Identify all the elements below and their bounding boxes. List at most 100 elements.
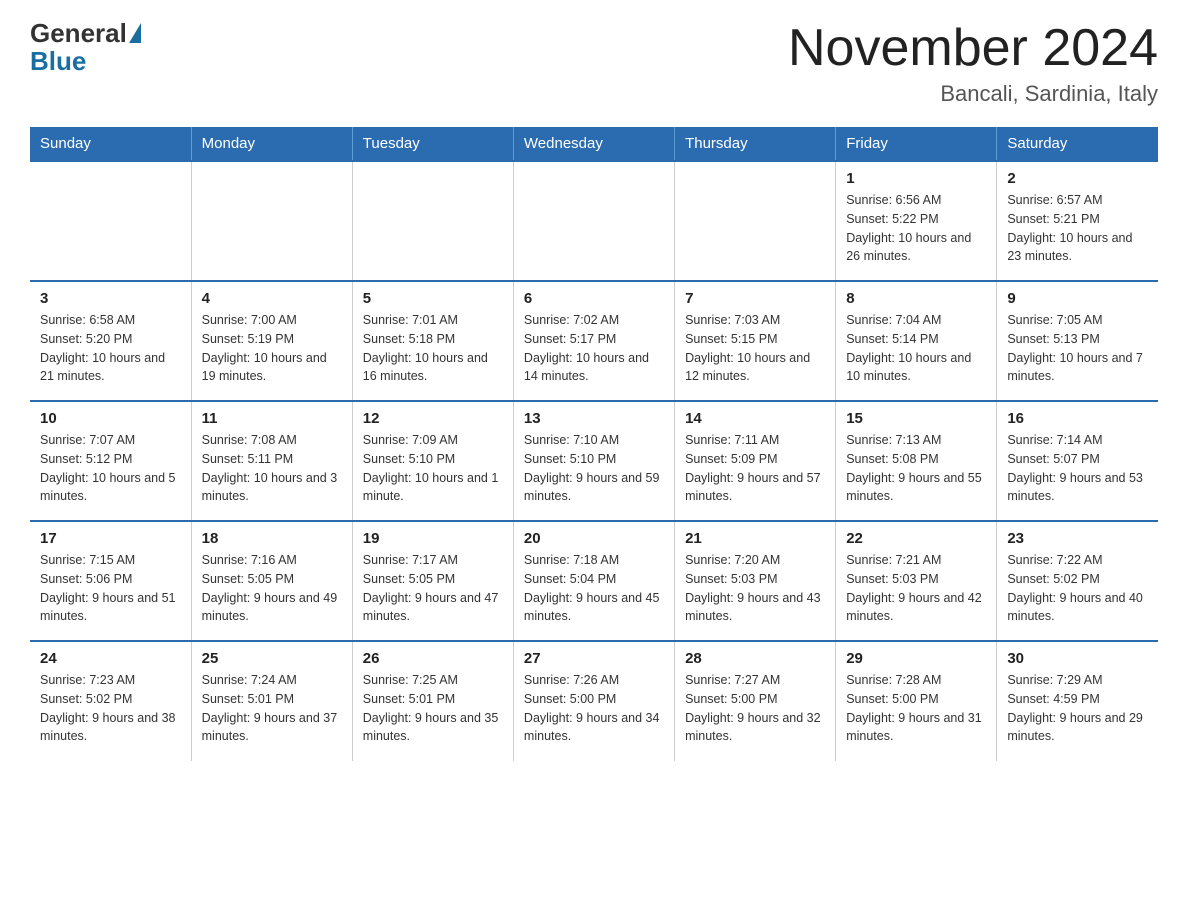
- day-number: 23: [1007, 530, 1148, 547]
- title-area: November 2024 Bancali, Sardinia, Italy: [788, 20, 1158, 107]
- day-number: 20: [524, 530, 664, 547]
- calendar-day-cell: 8 Sunrise: 7:04 AMSunset: 5:14 PMDaylight…: [836, 281, 997, 401]
- calendar-day-cell: 4 Sunrise: 7:00 AMSunset: 5:19 PMDaylight…: [191, 281, 352, 401]
- day-info: Sunrise: 7:16 AMSunset: 5:05 PMDaylight:…: [202, 551, 342, 626]
- calendar-day-cell: 1 Sunrise: 6:56 AMSunset: 5:22 PMDaylight…: [836, 161, 997, 281]
- calendar-day-cell: 6Sunrise: 7:02 AMSunset: 5:17 PMDaylight…: [513, 281, 674, 401]
- day-number: 3: [40, 290, 181, 307]
- day-info: Sunrise: 7:17 AMSunset: 5:05 PMDaylight:…: [363, 551, 503, 626]
- day-number: 15: [846, 410, 986, 427]
- day-info: Sunrise: 7:28 AMSunset: 5:00 PMDaylight:…: [846, 671, 986, 746]
- calendar-day-cell: [675, 161, 836, 281]
- calendar-day-cell: [30, 161, 191, 281]
- calendar-header-wednesday: Wednesday: [513, 127, 674, 161]
- calendar-day-cell: 13 Sunrise: 7:10 AMSunset: 5:10 PMDayligh…: [513, 401, 674, 521]
- day-info: Sunrise: 7:11 AMSunset: 5:09 PMDaylight:…: [685, 431, 825, 506]
- calendar-week-row: 24 Sunrise: 7:23 AMSunset: 5:02 PMDayligh…: [30, 641, 1158, 761]
- day-info: Sunrise: 6:56 AMSunset: 5:22 PMDaylight:…: [846, 191, 986, 266]
- calendar-day-cell: 24 Sunrise: 7:23 AMSunset: 5:02 PMDayligh…: [30, 641, 191, 761]
- day-number: 13: [524, 410, 664, 427]
- day-number: 7: [685, 290, 825, 307]
- day-info: Sunrise: 7:10 AMSunset: 5:10 PMDaylight:…: [524, 431, 664, 506]
- day-info: Sunrise: 7:29 AMSunset: 4:59 PMDaylight:…: [1007, 671, 1148, 746]
- calendar-day-cell: [352, 161, 513, 281]
- calendar-day-cell: 14 Sunrise: 7:11 AMSunset: 5:09 PMDayligh…: [675, 401, 836, 521]
- calendar-day-cell: 23 Sunrise: 7:22 AMSunset: 5:02 PMDayligh…: [997, 521, 1158, 641]
- calendar-day-cell: 3 Sunrise: 6:58 AMSunset: 5:20 PMDaylight…: [30, 281, 191, 401]
- calendar-day-cell: 16 Sunrise: 7:14 AMSunset: 5:07 PMDayligh…: [997, 401, 1158, 521]
- day-info: Sunrise: 7:26 AMSunset: 5:00 PMDaylight:…: [524, 671, 664, 746]
- calendar-day-cell: 7 Sunrise: 7:03 AMSunset: 5:15 PMDaylight…: [675, 281, 836, 401]
- day-info: Sunrise: 7:14 AMSunset: 5:07 PMDaylight:…: [1007, 431, 1148, 506]
- day-info: Sunrise: 7:20 AMSunset: 5:03 PMDaylight:…: [685, 551, 825, 626]
- calendar-header-monday: Monday: [191, 127, 352, 161]
- day-number: 28: [685, 650, 825, 667]
- calendar-header-friday: Friday: [836, 127, 997, 161]
- day-number: 30: [1007, 650, 1148, 667]
- day-info: Sunrise: 7:15 AMSunset: 5:06 PMDaylight:…: [40, 551, 181, 626]
- calendar-week-row: 10Sunrise: 7:07 AMSunset: 5:12 PMDayligh…: [30, 401, 1158, 521]
- calendar-day-cell: 20 Sunrise: 7:18 AMSunset: 5:04 PMDayligh…: [513, 521, 674, 641]
- day-info: Sunrise: 7:04 AMSunset: 5:14 PMDaylight:…: [846, 311, 986, 386]
- day-number: 21: [685, 530, 825, 547]
- calendar-table: SundayMondayTuesdayWednesdayThursdayFrid…: [30, 127, 1158, 761]
- calendar-day-cell: 15 Sunrise: 7:13 AMSunset: 5:08 PMDayligh…: [836, 401, 997, 521]
- calendar-day-cell: 28 Sunrise: 7:27 AMSunset: 5:00 PMDayligh…: [675, 641, 836, 761]
- day-info: Sunrise: 7:23 AMSunset: 5:02 PMDaylight:…: [40, 671, 181, 746]
- header: General Blue November 2024 Bancali, Sard…: [30, 20, 1158, 107]
- calendar-header-tuesday: Tuesday: [352, 127, 513, 161]
- day-number: 11: [202, 410, 342, 427]
- day-number: 8: [846, 290, 986, 307]
- calendar-week-row: 17Sunrise: 7:15 AMSunset: 5:06 PMDayligh…: [30, 521, 1158, 641]
- calendar-header-sunday: Sunday: [30, 127, 191, 161]
- day-info: Sunrise: 7:13 AMSunset: 5:08 PMDaylight:…: [846, 431, 986, 506]
- day-number: 18: [202, 530, 342, 547]
- calendar-day-cell: 12Sunrise: 7:09 AMSunset: 5:10 PMDayligh…: [352, 401, 513, 521]
- day-info: Sunrise: 7:25 AMSunset: 5:01 PMDaylight:…: [363, 671, 503, 746]
- day-info: Sunrise: 7:24 AMSunset: 5:01 PMDaylight:…: [202, 671, 342, 746]
- day-number: 19: [363, 530, 503, 547]
- day-info: Sunrise: 7:01 AMSunset: 5:18 PMDaylight:…: [363, 311, 503, 386]
- day-number: 26: [363, 650, 503, 667]
- day-number: 6: [524, 290, 664, 307]
- day-number: 14: [685, 410, 825, 427]
- day-number: 24: [40, 650, 181, 667]
- calendar-day-cell: 18 Sunrise: 7:16 AMSunset: 5:05 PMDayligh…: [191, 521, 352, 641]
- day-info: Sunrise: 6:58 AMSunset: 5:20 PMDaylight:…: [40, 311, 181, 386]
- calendar-day-cell: 27Sunrise: 7:26 AMSunset: 5:00 PMDayligh…: [513, 641, 674, 761]
- calendar-header-row: SundayMondayTuesdayWednesdayThursdayFrid…: [30, 127, 1158, 161]
- calendar-day-cell: 30 Sunrise: 7:29 AMSunset: 4:59 PMDayligh…: [997, 641, 1158, 761]
- calendar-header-thursday: Thursday: [675, 127, 836, 161]
- day-info: Sunrise: 7:21 AMSunset: 5:03 PMDaylight:…: [846, 551, 986, 626]
- calendar-day-cell: [191, 161, 352, 281]
- calendar-header-saturday: Saturday: [997, 127, 1158, 161]
- calendar-day-cell: 19 Sunrise: 7:17 AMSunset: 5:05 PMDayligh…: [352, 521, 513, 641]
- calendar-day-cell: 5Sunrise: 7:01 AMSunset: 5:18 PMDaylight…: [352, 281, 513, 401]
- day-info: Sunrise: 7:18 AMSunset: 5:04 PMDaylight:…: [524, 551, 664, 626]
- calendar-day-cell: 29 Sunrise: 7:28 AMSunset: 5:00 PMDayligh…: [836, 641, 997, 761]
- location: Bancali, Sardinia, Italy: [788, 81, 1158, 107]
- day-number: 10: [40, 410, 181, 427]
- day-info: Sunrise: 7:09 AMSunset: 5:10 PMDaylight:…: [363, 431, 503, 506]
- day-number: 25: [202, 650, 342, 667]
- day-info: Sunrise: 7:22 AMSunset: 5:02 PMDaylight:…: [1007, 551, 1148, 626]
- day-info: Sunrise: 7:08 AMSunset: 5:11 PMDaylight:…: [202, 431, 342, 506]
- day-number: 22: [846, 530, 986, 547]
- logo-triangle-icon: [129, 23, 141, 43]
- logo-general-text: General: [30, 20, 127, 46]
- logo: General Blue: [30, 20, 143, 77]
- day-info: Sunrise: 7:03 AMSunset: 5:15 PMDaylight:…: [685, 311, 825, 386]
- day-number: 1: [846, 170, 986, 187]
- day-number: 29: [846, 650, 986, 667]
- day-info: Sunrise: 7:05 AMSunset: 5:13 PMDaylight:…: [1007, 311, 1148, 386]
- calendar-day-cell: 10Sunrise: 7:07 AMSunset: 5:12 PMDayligh…: [30, 401, 191, 521]
- calendar-day-cell: 22 Sunrise: 7:21 AMSunset: 5:03 PMDayligh…: [836, 521, 997, 641]
- calendar-week-row: 1 Sunrise: 6:56 AMSunset: 5:22 PMDaylight…: [30, 161, 1158, 281]
- day-number: 16: [1007, 410, 1148, 427]
- calendar-day-cell: 9Sunrise: 7:05 AMSunset: 5:13 PMDaylight…: [997, 281, 1158, 401]
- day-number: 4: [202, 290, 342, 307]
- day-info: Sunrise: 7:27 AMSunset: 5:00 PMDaylight:…: [685, 671, 825, 746]
- calendar-week-row: 3 Sunrise: 6:58 AMSunset: 5:20 PMDaylight…: [30, 281, 1158, 401]
- day-info: Sunrise: 7:00 AMSunset: 5:19 PMDaylight:…: [202, 311, 342, 386]
- calendar-day-cell: 21 Sunrise: 7:20 AMSunset: 5:03 PMDayligh…: [675, 521, 836, 641]
